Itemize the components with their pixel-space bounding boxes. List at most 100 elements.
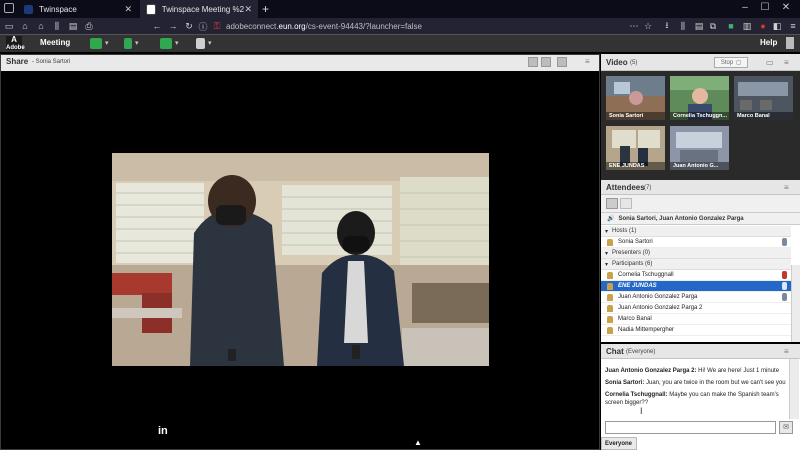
attendee-row[interactable]: Nadia Mittempergher [601,325,791,336]
url-bar[interactable]: adobeconnect. eun.org/cs-event-94443/?lau… [226,18,606,34]
attendee-row[interactable]: Marco Banal [601,314,791,325]
chat-text: Juan, you are twice in the room but we c… [646,380,786,386]
sidebar-toggle-icon[interactable]: ▥ [740,18,754,34]
site-info-icon[interactable]: ⓘ [196,18,210,34]
list-view-icon[interactable] [606,198,618,209]
close-window-icon[interactable]: ✕ [777,2,795,13]
attendee-row[interactable]: Juan Antonio Gonzalez Parga 2 [601,303,791,314]
layout-icon[interactable] [528,57,538,67]
meeting-menu[interactable]: Meeting [40,34,70,52]
attendees-count: (7) [644,185,652,191]
microphone-control[interactable]: ▾ [124,36,139,50]
insecure-lock-icon[interactable]: ⚿ [210,18,224,34]
twinspace-favicon-icon [24,4,33,14]
adobe-logo: A Adobe [6,35,25,51]
bookmark-star-icon[interactable]: ☆ [641,18,655,34]
extension-icon[interactable]: ◧ [770,18,784,34]
speaker-control[interactable]: ▾ [90,36,109,50]
group-presenters[interactable]: ▾ Presenters (0) [601,248,791,259]
attendee-row[interactable]: Cornelia Tschuggnall [601,270,791,281]
extension-green-icon[interactable]: ■ [724,18,738,34]
mouse-cursor-icon: ▲ [414,438,422,447]
shared-webcam-image [112,153,489,366]
bookmarks-icon[interactable]: ⋯ [627,18,641,34]
stop-video-button[interactable]: Stop ◻ [714,57,748,68]
attendee-row[interactable]: Juan Antonio Gonzalez Parga [601,292,791,303]
containers-icon[interactable]: ⌂ [18,18,32,34]
chat-input[interactable] [605,421,776,434]
raise-hand-icon[interactable] [196,37,205,49]
speaker-icon[interactable] [90,37,102,49]
video-thumbnail[interactable]: Sonia Sartori [606,76,665,120]
forward-icon[interactable]: → [166,18,180,34]
chat-message: Sonia Sartori: Juan, you are twice in th… [605,379,788,387]
minimize-icon[interactable]: – [736,2,754,13]
attendee-name: Juan Antonio Gonzalez Parga 2 [618,305,703,311]
back-icon[interactable]: ← [150,18,164,34]
logo-text: Adobe [6,45,25,51]
mic-icon [782,282,787,290]
host-icon [607,238,613,246]
video-name-label: Sonia Sartori [606,112,665,120]
collapse-icon[interactable]: ▾ [605,228,608,235]
video-thumbnail[interactable]: ENE JUNDAS [606,126,665,170]
raise-hand-control[interactable]: ▾ [196,36,212,50]
video-layout-icon[interactable]: ▭ [766,58,774,67]
chat-recipient-tab[interactable]: Everyone [601,437,637,450]
webcam-icon[interactable] [160,37,172,49]
home-icon[interactable]: ⌂ [34,18,48,34]
attendees-scrollbar[interactable] [791,265,800,342]
chat-scrollbar[interactable] [789,359,799,419]
microphone-icon[interactable] [124,37,132,49]
attendees-pod-menu-icon[interactable]: ≡ [784,183,789,192]
video-thumbnail[interactable]: Juan Antonio G... [670,126,729,170]
collapse-icon[interactable]: ▾ [605,250,608,257]
camera-control[interactable]: ▾ [160,36,179,50]
sidebar-icon[interactable]: ▭ [2,18,16,34]
reader-icon[interactable]: ▤ [66,18,80,34]
reader2-icon[interactable]: ▤ [692,18,706,34]
help-menu[interactable]: Help [760,34,777,52]
fullscreen-share-icon[interactable] [557,57,567,67]
chevron-down-icon[interactable]: ▾ [135,39,139,47]
download-icon[interactable]: ⭳ [660,18,674,34]
attendee-row[interactable]: Sonia Sartori [601,237,791,248]
close-tab-icon[interactable]: ✕ [124,4,132,15]
send-message-icon[interactable]: ✉ [779,421,793,434]
pod-menu-icon[interactable]: ≡ [585,57,590,66]
chevron-down-icon[interactable]: ▾ [175,39,179,47]
maximize-icon[interactable]: ☐ [756,2,774,13]
chevron-down-icon[interactable]: ▾ [208,39,212,47]
video-pod-menu-icon[interactable]: ≡ [784,58,789,67]
tab-meeting[interactable]: Twinspace Meeting %2394443 ✕ [140,0,258,18]
video-thumbnail[interactable]: Marco Banal [734,76,793,120]
reload-icon[interactable]: ↻ [182,18,196,34]
new-tab-icon[interactable]: + [262,2,269,16]
attendee-row-selected[interactable]: ENE JUNDAS [601,281,791,292]
tab-overview-icon[interactable] [4,3,14,13]
attendee-name: Marco Banal [618,316,652,322]
video-name-label: ENE JUNDAS [606,162,665,170]
mic-muted-icon [782,271,787,279]
close-tab-icon[interactable]: ✕ [244,4,252,15]
group-participants[interactable]: ▾ Participants (6) [601,259,791,270]
library2-icon[interactable]: ⫼ [676,18,690,34]
tab-twinspace[interactable]: Twinspace ✕ [18,0,138,18]
print-icon[interactable]: ⎙ [82,18,96,34]
library-icon[interactable]: ⫼ [50,18,64,34]
fullscreen-icon[interactable] [786,37,794,49]
group-label: Participants (6) [612,261,653,267]
screenshot-icon[interactable]: ⧉ [706,18,720,34]
video-thumbnail[interactable]: Cornelia Tschuggn... [670,76,729,120]
sync-icon[interactable] [541,57,551,67]
collapse-icon[interactable]: ▾ [605,261,608,268]
app-menu-icon[interactable]: ≡ [786,18,800,34]
extension-red-icon[interactable]: ● [756,18,770,34]
sort-icon[interactable] [620,198,632,209]
chat-pod-menu-icon[interactable]: ≡ [784,347,789,356]
url-domain: eun.org [278,21,306,31]
video-name-label: Cornelia Tschuggn... [670,112,729,120]
participant-icon [607,293,613,301]
group-hosts[interactable]: ▾ Hosts (1) [601,226,791,237]
chevron-down-icon[interactable]: ▾ [105,39,109,47]
